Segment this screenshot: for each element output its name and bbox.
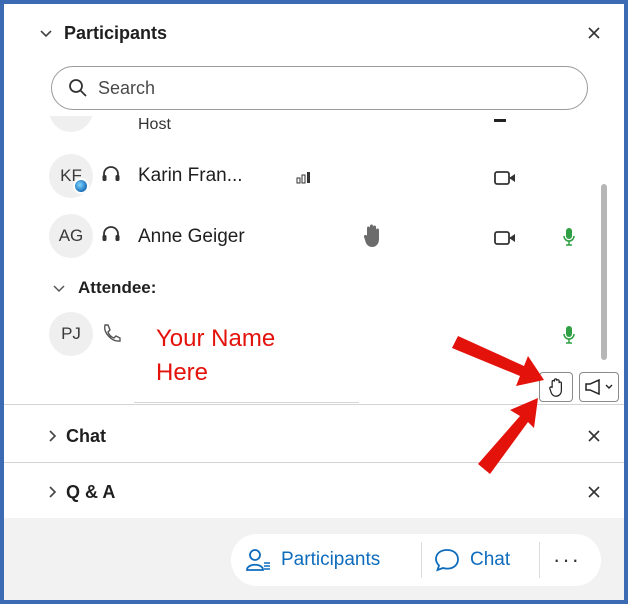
chevron-down-icon[interactable] — [52, 281, 66, 295]
divider — [4, 462, 624, 463]
megaphone-button[interactable] — [579, 372, 619, 402]
avatar-initials: PJ — [61, 324, 81, 343]
close-icon[interactable] — [586, 484, 602, 500]
muted-indicator — [494, 119, 506, 122]
avatar: AG — [49, 214, 93, 258]
chat-button-label: Chat — [470, 549, 511, 570]
chat-section-header[interactable]: Chat — [4, 408, 624, 464]
raised-hand-icon — [363, 224, 379, 247]
bottom-toolbar: Participants Chat ··· — [4, 518, 624, 600]
chat-bubble-icon — [435, 549, 459, 572]
scrollbar[interactable] — [601, 184, 607, 360]
participants-icon — [246, 549, 270, 571]
chat-title: Chat — [66, 425, 106, 446]
toolbar-pill: Participants Chat ··· — [231, 534, 601, 586]
chevron-right-icon[interactable] — [44, 428, 60, 444]
more-icon: ··· — [553, 547, 581, 572]
attendee-section-header[interactable]: Attendee: — [4, 269, 608, 305]
participant-list: Host KF Karin Fran... AG Anne Geiger Att… — [4, 116, 608, 406]
signal-icon — [296, 172, 310, 184]
host-label: Host — [138, 116, 171, 133]
phone-icon — [104, 324, 121, 342]
participants-button[interactable]: Participants — [245, 534, 380, 586]
video-icon[interactable] — [494, 170, 516, 186]
avatar — [49, 116, 93, 132]
attendee-section-title: Attendee: — [78, 278, 157, 297]
your-name-line1: Your Name — [156, 325, 276, 352]
participant-name: Karin Fran... — [138, 165, 243, 186]
participants-title: Participants — [64, 22, 168, 43]
microphone-icon[interactable] — [563, 325, 575, 345]
chat-button[interactable]: Chat — [434, 534, 510, 586]
qa-section-header[interactable]: Q & A — [4, 464, 624, 520]
headset-icon — [102, 166, 120, 181]
participant-row[interactable]: AG Anne Geiger — [4, 208, 608, 264]
participant-name: Anne Geiger — [138, 226, 245, 247]
search-icon — [69, 79, 87, 97]
your-name-line2: Here — [156, 359, 209, 386]
your-name-annotation: Your Name Here — [156, 322, 356, 390]
search-box[interactable] — [51, 66, 588, 110]
divider — [4, 404, 624, 405]
qa-title: Q & A — [66, 481, 116, 502]
microphone-icon[interactable] — [563, 227, 575, 247]
chevron-down-icon[interactable] — [38, 25, 54, 41]
participant-row-host[interactable] — [4, 116, 608, 152]
divider — [134, 402, 359, 403]
presenter-badge-icon — [73, 178, 89, 194]
close-icon[interactable] — [586, 25, 602, 41]
participant-row[interactable]: KF Karin Fran... — [4, 148, 608, 204]
raise-hand-button[interactable] — [539, 372, 573, 402]
headset-icon — [102, 226, 120, 241]
avatar-initials: AG — [58, 226, 84, 245]
participants-panel-window: Participants Host KF Karin Fran... — [0, 0, 628, 604]
megaphone-icon — [585, 379, 613, 395]
divider — [421, 542, 422, 578]
chevron-right-icon[interactable] — [44, 484, 60, 500]
avatar: PJ — [49, 312, 93, 356]
search-input[interactable] — [98, 77, 558, 99]
more-button[interactable]: ··· — [553, 534, 581, 586]
close-icon[interactable] — [586, 428, 602, 444]
participants-button-label: Participants — [281, 549, 381, 570]
divider — [539, 542, 540, 578]
video-icon[interactable] — [494, 230, 516, 246]
participants-section-header[interactable]: Participants — [4, 4, 624, 62]
raised-hand-icon — [549, 378, 562, 397]
avatar: KF — [49, 154, 93, 198]
